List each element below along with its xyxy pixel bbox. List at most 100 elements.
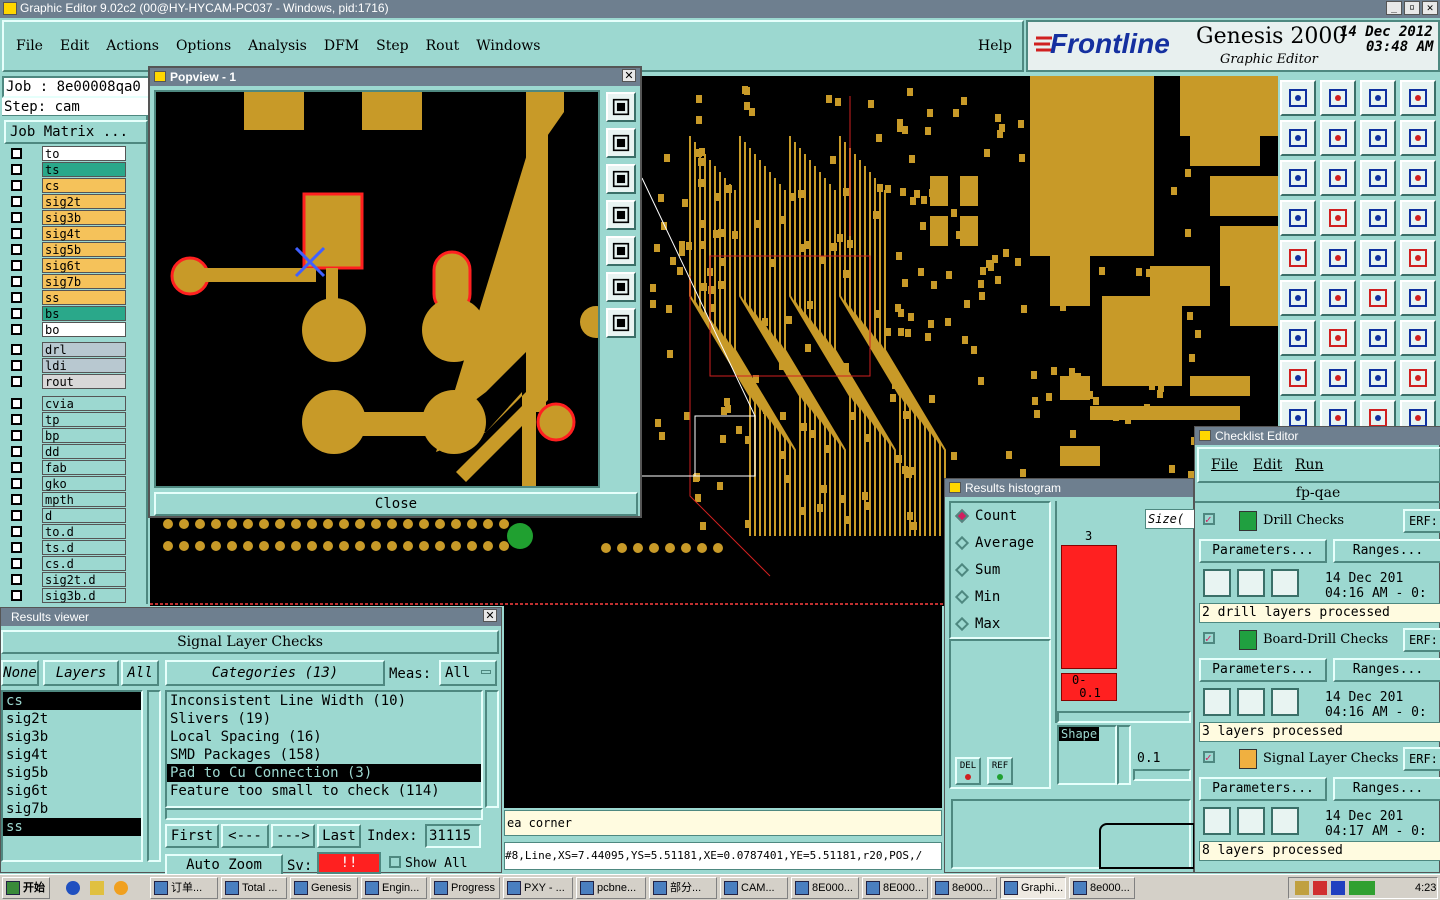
layer-name[interactable]: cs [42, 178, 126, 193]
layer-row-ss[interactable]: ss [8, 290, 126, 305]
taskbar-item[interactable]: 8E000... [862, 877, 928, 899]
layer-name[interactable]: sig2t [42, 194, 126, 209]
layer-name[interactable]: tp [42, 412, 126, 427]
ie-icon[interactable] [66, 881, 80, 895]
layer-name[interactable]: ts [42, 162, 126, 177]
taskbar-item[interactable]: Genesis [290, 877, 358, 899]
layer-name[interactable]: sig6t [42, 258, 126, 273]
prev-button[interactable]: <--- [221, 824, 269, 848]
menu-dfm[interactable]: DFM [324, 38, 359, 54]
layer-list-scrollbar[interactable] [147, 690, 161, 862]
layer-name[interactable]: to [42, 146, 126, 161]
run-status-icon[interactable] [1237, 688, 1265, 716]
layer-row-gko[interactable]: gko [8, 476, 126, 491]
category-item[interactable]: Pad to Cu Connection (3) [167, 764, 481, 782]
layer-checkbox[interactable] [11, 228, 22, 239]
taskbar-item[interactable]: Progress [430, 877, 500, 899]
popview-tool-6-icon[interactable] [606, 308, 636, 338]
category-item[interactable]: SMD Packages (158) [167, 746, 481, 764]
layer-name[interactable]: mpth [42, 492, 126, 507]
layer-checkbox[interactable] [11, 276, 22, 287]
run-action-icon[interactable] [1203, 569, 1231, 597]
layer-checkbox[interactable] [11, 344, 22, 355]
toolbar-stop-icon[interactable] [1400, 240, 1436, 276]
categories-button[interactable]: Categories (13) [165, 660, 385, 686]
layer-checkbox[interactable] [11, 360, 22, 371]
layer-row-d[interactable]: d [8, 508, 126, 523]
layer-name[interactable]: bs [42, 306, 126, 321]
radio-icon[interactable] [954, 616, 970, 632]
toolbar-home-icon[interactable] [1280, 80, 1316, 116]
checklist-menu-run[interactable]: Run [1295, 457, 1324, 473]
menu-windows[interactable]: Windows [476, 38, 540, 54]
menu-file[interactable]: File [16, 38, 43, 54]
layer-checkbox[interactable] [11, 244, 22, 255]
maximize-button[interactable]: ▫ [1404, 1, 1420, 15]
run-report-icon[interactable] [1271, 569, 1299, 597]
parameters-button[interactable]: Parameters... [1199, 658, 1327, 682]
layer-name[interactable]: drl [42, 342, 126, 357]
toolbar-dash-icon[interactable] [1320, 360, 1356, 396]
taskbar-item[interactable]: pcbne... [576, 877, 646, 899]
severity-select[interactable]: !! [317, 852, 381, 874]
auto-zoom-select[interactable]: Auto Zoom [165, 854, 283, 876]
toolbar-point-icon[interactable] [1360, 280, 1396, 316]
toolbar-help-icon[interactable] [1400, 120, 1436, 156]
layer-row-sig5b[interactable]: sig5b [8, 242, 126, 257]
layer-row-bo[interactable]: bo [8, 322, 126, 337]
run-action-icon[interactable] [1203, 807, 1231, 835]
layer-name[interactable]: fab [42, 460, 126, 475]
result-layer-item[interactable]: sig7b [3, 800, 141, 818]
result-layer-item[interactable]: sig5b [3, 764, 141, 782]
run-report-icon[interactable] [1271, 688, 1299, 716]
histogram-option-count[interactable]: Count [954, 507, 1049, 527]
layer-row-sig3b[interactable]: sig3b [8, 210, 126, 225]
histogram-option-min[interactable]: Min [954, 588, 1049, 608]
layer-row-mpth[interactable]: mpth [8, 492, 126, 507]
layer-name[interactable]: bp [42, 428, 126, 443]
layer-checkbox[interactable] [11, 590, 22, 601]
layer-row-dd[interactable]: dd [8, 444, 126, 459]
shape-field[interactable]: Shape [1057, 725, 1117, 785]
layer-checkbox[interactable] [11, 148, 22, 159]
parameters-button[interactable]: Parameters... [1199, 539, 1327, 563]
radio-icon[interactable] [954, 508, 970, 524]
layer-checkbox[interactable] [11, 212, 22, 223]
first-button[interactable]: First [165, 824, 219, 848]
layers-button[interactable]: Layers [43, 660, 119, 686]
taskbar-item[interactable]: 订单... [150, 877, 218, 899]
minimize-button[interactable]: _ [1386, 1, 1402, 15]
layer-checkbox[interactable] [11, 292, 22, 303]
toolbar-zoom-in-icon[interactable] [1280, 120, 1316, 156]
result-layer-item[interactable]: sig2t [3, 710, 141, 728]
toolbar-snap-icon[interactable] [1360, 200, 1396, 236]
layer-checkbox[interactable] [11, 164, 22, 175]
layer-name[interactable]: gko [42, 476, 126, 491]
ranges-button[interactable]: Ranges... [1333, 539, 1440, 563]
toolbar-zoom-fit-icon[interactable] [1360, 120, 1396, 156]
taskbar-item[interactable]: 部分... [649, 877, 717, 899]
toolbar-measure-icon[interactable] [1320, 240, 1356, 276]
layer-checkbox[interactable] [11, 430, 22, 441]
histogram-option-sum[interactable]: Sum [954, 561, 1049, 581]
toolbar-window-icon[interactable] [1320, 80, 1356, 116]
parameters-button[interactable]: Parameters... [1199, 777, 1327, 801]
taskbar-item[interactable]: 8E000... [791, 877, 859, 899]
layer-row-tp[interactable]: tp [8, 412, 126, 427]
menu-actions[interactable]: Actions [106, 38, 159, 54]
layer-row-sig3b-d[interactable]: sig3b.d [8, 588, 126, 603]
toolbar-pad-icon[interactable] [1280, 360, 1316, 396]
popview-tool-4-icon[interactable] [606, 236, 636, 266]
layer-name[interactable]: sig3b [42, 210, 126, 225]
layer-name[interactable]: to.d [42, 524, 126, 539]
layer-row-ts[interactable]: ts [8, 162, 126, 177]
layer-checkbox[interactable] [11, 196, 22, 207]
layer-row-sig2t-d[interactable]: sig2t.d [8, 572, 126, 587]
layer-list[interactable]: cs sig2t sig3b sig4t sig5b sig6t sig7b ss [1, 690, 143, 862]
erf-field[interactable]: ERF: [1403, 509, 1440, 533]
toolbar-grid-icon[interactable] [1320, 200, 1356, 236]
toolbar-zoom-box-icon[interactable] [1280, 160, 1316, 196]
check-name[interactable]: Drill Checks [1263, 513, 1344, 528]
layer-row-sig6t[interactable]: sig6t [8, 258, 126, 273]
toolbar-tape-icon[interactable] [1360, 240, 1396, 276]
